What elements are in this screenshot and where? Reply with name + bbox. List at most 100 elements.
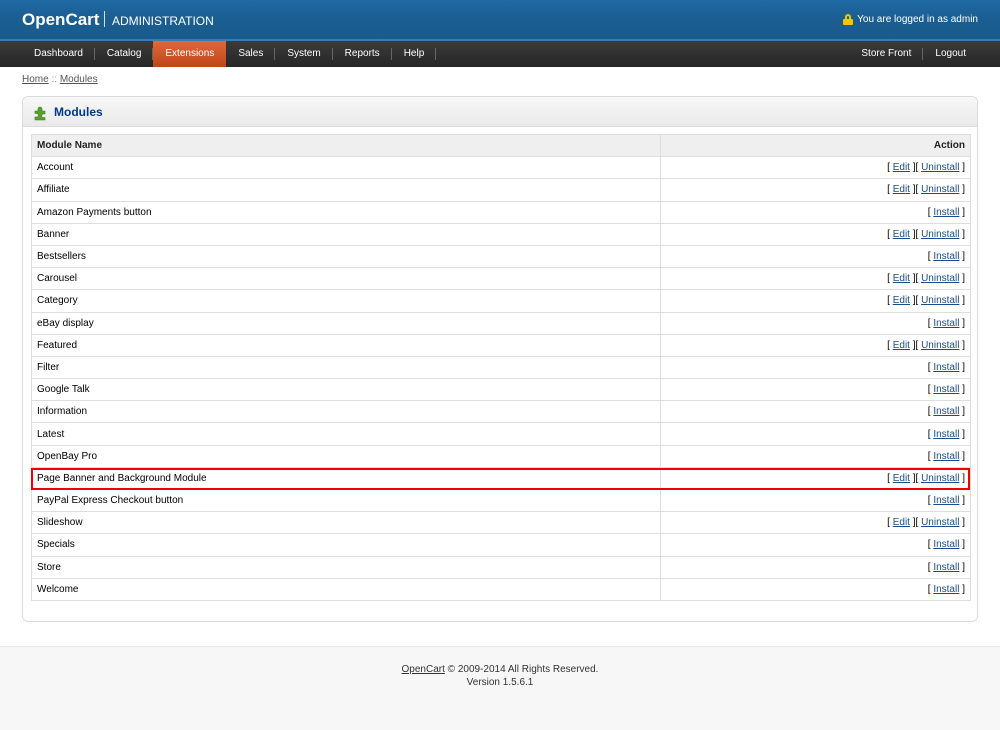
table-row: Affiliate[ Edit ][ Uninstall ]	[30, 178, 971, 202]
brand-subtitle: ADMINISTRATION	[112, 14, 214, 28]
uninstall-link[interactable]: Uninstall	[921, 295, 959, 306]
module-name: Welcome	[30, 577, 662, 601]
module-name: Category	[30, 289, 662, 313]
menu-item-reports[interactable]: Reports	[333, 41, 392, 67]
table-row: eBay display[ Install ]	[30, 311, 971, 335]
footer: OpenCart © 2009-2014 All Rights Reserved…	[0, 646, 1000, 730]
brand-logo[interactable]: OpenCart	[22, 10, 99, 30]
uninstall-link[interactable]: Uninstall	[921, 340, 959, 351]
main-menu: Dashboard Catalog Extensions Sales System Rep…	[0, 41, 1000, 67]
menu-item-logout[interactable]: Logout	[923, 41, 978, 67]
module-actions: [ Install ]	[660, 488, 971, 513]
uninstall-link[interactable]: Uninstall	[921, 473, 959, 484]
edit-link[interactable]: Edit	[893, 162, 910, 173]
uninstall-link[interactable]: Uninstall	[921, 162, 959, 173]
menu-item-help[interactable]: Help	[392, 41, 437, 67]
module-actions: [ Install ]	[660, 311, 971, 335]
install-link[interactable]: Install	[933, 539, 959, 550]
module-name: Account	[30, 156, 662, 180]
module-actions: [ Install ]	[660, 355, 971, 380]
module-actions: [ Edit ][ Uninstall ]	[660, 156, 971, 180]
edit-link[interactable]: Edit	[893, 517, 910, 528]
column-header-action: Action	[660, 133, 971, 158]
install-link[interactable]: Install	[933, 318, 959, 329]
table-row: Banner[ Edit ][ Uninstall ]	[30, 222, 971, 246]
brand-divider	[104, 11, 105, 27]
install-link[interactable]: Install	[933, 207, 959, 218]
module-actions: [ Edit ][ Uninstall ]	[660, 466, 971, 491]
table-row: Welcome[ Install ]	[30, 577, 971, 601]
modules-panel: Modules Module Name Action Account[ Edit…	[22, 96, 978, 622]
module-actions: [ Install ]	[660, 244, 971, 269]
menu-left: Dashboard Catalog Extensions Sales System Rep…	[22, 41, 436, 67]
column-header-module-name: Module Name	[30, 133, 662, 158]
module-actions: [ Install ]	[660, 533, 971, 557]
header-bar: OpenCart ADMINISTRATION You are logged i…	[0, 0, 1000, 41]
modules-table: Module Name Action Account[ Edit ][ Unin…	[30, 133, 971, 601]
table-row: Account[ Edit ][ Uninstall ]	[30, 156, 971, 180]
install-link[interactable]: Install	[933, 451, 959, 462]
uninstall-link[interactable]: Uninstall	[921, 229, 959, 240]
module-actions: [ Install ]	[660, 577, 971, 601]
breadcrumb-home[interactable]: Home	[22, 74, 49, 85]
table-row: Amazon Payments button[ Install ]	[30, 200, 971, 224]
module-actions: [ Edit ][ Uninstall ]	[660, 267, 971, 291]
module-name: Google Talk	[30, 378, 662, 402]
module-name: Slideshow	[30, 511, 662, 535]
install-link[interactable]: Install	[933, 562, 959, 573]
page-title: Modules	[54, 105, 103, 119]
edit-link[interactable]: Edit	[893, 340, 910, 351]
module-name: eBay display	[30, 311, 662, 335]
breadcrumb-current[interactable]: Modules	[60, 74, 98, 85]
install-link[interactable]: Install	[933, 384, 959, 395]
edit-link[interactable]: Edit	[893, 184, 910, 195]
module-name: Featured	[30, 333, 662, 357]
login-status-text: You are logged in as admin	[857, 14, 978, 25]
module-name: Bestsellers	[30, 244, 662, 269]
menu-item-catalog[interactable]: Catalog	[95, 41, 154, 67]
edit-link[interactable]: Edit	[893, 273, 910, 284]
module-name: Information	[30, 400, 662, 424]
menu-item-extensions[interactable]: Extensions	[153, 41, 227, 67]
table-header-row: Module Name Action	[30, 133, 971, 158]
table-row: Page Banner and Background Module[ Edit …	[30, 466, 971, 491]
module-actions: [ Install ]	[660, 378, 971, 402]
module-name: PayPal Express Checkout button	[30, 488, 662, 513]
module-name: Carousel	[30, 267, 662, 291]
lock-icon	[843, 14, 854, 25]
uninstall-link[interactable]: Uninstall	[921, 517, 959, 528]
uninstall-link[interactable]: Uninstall	[921, 184, 959, 195]
install-link[interactable]: Install	[933, 584, 959, 595]
install-link[interactable]: Install	[933, 495, 959, 506]
module-actions: [ Edit ][ Uninstall ]	[660, 178, 971, 202]
install-link[interactable]: Install	[933, 406, 959, 417]
install-link[interactable]: Install	[933, 362, 959, 373]
module-actions: [ Edit ][ Uninstall ]	[660, 333, 971, 357]
table-row: Carousel[ Edit ][ Uninstall ]	[30, 267, 971, 291]
table-row: Featured[ Edit ][ Uninstall ]	[30, 333, 971, 357]
module-actions: [ Edit ][ Uninstall ]	[660, 511, 971, 535]
edit-link[interactable]: Edit	[893, 295, 910, 306]
footer-opencart-link[interactable]: OpenCart	[402, 664, 445, 675]
module-actions: [ Edit ][ Uninstall ]	[660, 289, 971, 313]
uninstall-link[interactable]: Uninstall	[921, 273, 959, 284]
table-row: Information[ Install ]	[30, 400, 971, 424]
module-actions: [ Install ]	[660, 422, 971, 446]
module-actions: [ Edit ][ Uninstall ]	[660, 222, 971, 246]
menu-item-store-front[interactable]: Store Front	[849, 41, 924, 67]
module-name: Page Banner and Background Module	[30, 466, 662, 491]
module-name: Specials	[30, 533, 662, 557]
install-link[interactable]: Install	[933, 251, 959, 262]
module-name: Affiliate	[30, 178, 662, 202]
edit-link[interactable]: Edit	[893, 229, 910, 240]
puzzle-icon	[34, 106, 46, 121]
menu-item-sales[interactable]: Sales	[226, 41, 276, 67]
module-name: Filter	[30, 355, 662, 380]
install-link[interactable]: Install	[933, 429, 959, 440]
menu-item-dashboard[interactable]: Dashboard	[22, 41, 95, 67]
table-row: PayPal Express Checkout button[ Install …	[30, 488, 971, 513]
edit-link[interactable]: Edit	[893, 473, 910, 484]
module-actions: [ Install ]	[660, 400, 971, 424]
menu-right: Store Front Logout	[849, 41, 978, 67]
menu-item-system[interactable]: System	[275, 41, 334, 67]
